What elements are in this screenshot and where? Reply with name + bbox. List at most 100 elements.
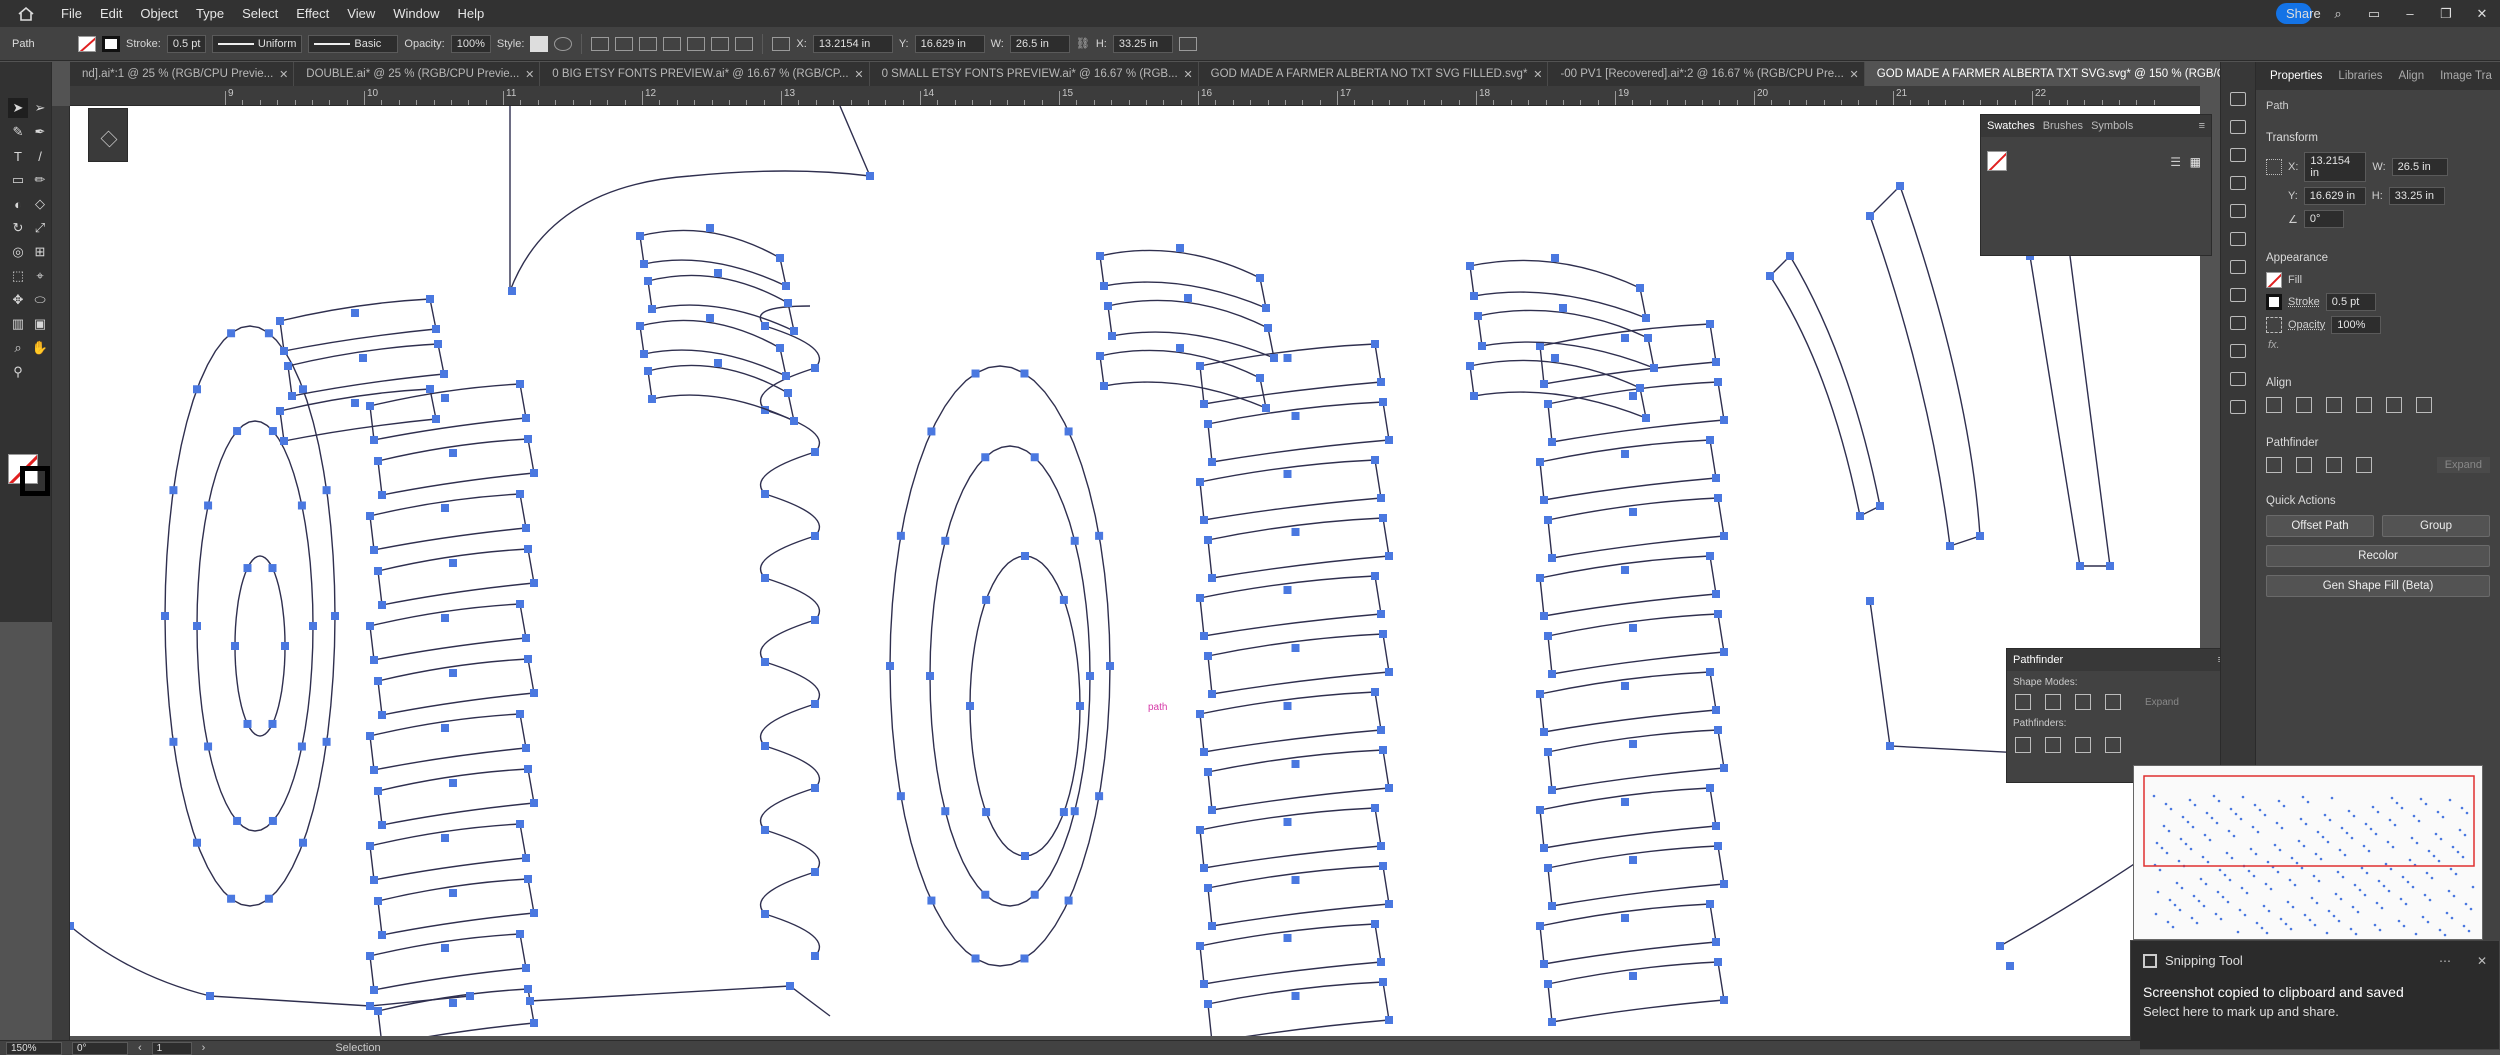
prop-unite-icon[interactable] — [2266, 457, 2282, 473]
close-icon[interactable]: ✕ — [279, 68, 288, 81]
transform-more-icon[interactable] — [1178, 36, 1197, 51]
anchor-point[interactable] — [268, 719, 277, 728]
anchor-point[interactable] — [530, 799, 538, 807]
rotate-view-field[interactable]: 0° — [72, 1041, 128, 1055]
tread-lug-left[interactable] — [369, 713, 527, 771]
tab-doc-6[interactable]: -00 PV1 [Recovered].ai*:2 @ 16.67 % (RGB… — [1548, 62, 1865, 86]
anchor-point[interactable] — [524, 765, 532, 773]
anchor-point[interactable] — [1385, 668, 1393, 676]
prop-h-field[interactable]: 33.25 in — [2388, 187, 2445, 205]
anchor-point[interactable] — [297, 501, 306, 510]
anchor-point[interactable] — [648, 395, 656, 403]
anchor-point[interactable] — [516, 820, 524, 828]
restore-icon[interactable]: ❐ — [2428, 6, 2464, 22]
tread-lug-right[interactable] — [1547, 845, 1725, 907]
tread-lug-left[interactable] — [377, 988, 535, 1036]
anchor-point[interactable] — [1106, 662, 1114, 670]
anchor-point[interactable] — [1642, 314, 1650, 322]
artboard-field[interactable]: 1 — [151, 1041, 192, 1055]
hand-tool-icon[interactable]: ✋ — [30, 338, 50, 358]
brush-dropdown[interactable]: Basic — [308, 34, 399, 53]
anchor-point[interactable] — [1059, 595, 1068, 604]
tread-lug-center[interactable] — [1199, 691, 1382, 753]
anchor-point[interactable] — [298, 385, 307, 394]
anchor-point[interactable] — [522, 964, 530, 972]
anchor-point[interactable] — [441, 614, 449, 622]
shape-builder-icon[interactable]: ⬚ — [8, 266, 28, 286]
anchor-point[interactable] — [227, 894, 236, 903]
anchor-point[interactable] — [1478, 342, 1486, 350]
anchor-point[interactable] — [2106, 562, 2114, 570]
anchor-point[interactable] — [1536, 690, 1544, 698]
anchor-point[interactable] — [1548, 554, 1556, 562]
anchor-point[interactable] — [1706, 552, 1714, 560]
group-button[interactable]: Group — [2382, 515, 2490, 537]
anchor-point[interactable] — [1466, 362, 1474, 370]
anchor-point[interactable] — [1100, 382, 1108, 390]
anchor-point[interactable] — [522, 854, 530, 862]
anchor-point[interactable] — [1536, 574, 1544, 582]
close-icon[interactable]: ✕ — [525, 68, 534, 81]
type-tool-icon[interactable]: T — [8, 146, 28, 166]
anchor-point[interactable] — [811, 532, 819, 540]
anchor-point[interactable] — [706, 314, 714, 322]
anchor-point[interactable] — [1866, 212, 1874, 220]
tread-lug-right[interactable] — [1539, 787, 1717, 849]
stroke-weight-field[interactable]: 0.5 pt — [166, 34, 207, 53]
anchor-point[interactable] — [1204, 420, 1212, 428]
hub-left[interactable] — [234, 555, 286, 737]
anchor-point[interactable] — [1544, 632, 1552, 640]
anchor-point[interactable] — [1377, 494, 1385, 502]
menu-object[interactable]: Object — [131, 6, 187, 21]
anchor-point[interactable] — [1200, 632, 1208, 640]
anchor-point[interactable] — [1548, 670, 1556, 678]
anchor-point[interactable] — [530, 579, 538, 587]
anchor-point[interactable] — [516, 710, 524, 718]
align-vcenter-icon[interactable] — [687, 36, 706, 51]
anchor-point[interactable] — [886, 662, 894, 670]
navigator-thumbnail[interactable] — [2133, 765, 2483, 940]
anchor-point[interactable] — [366, 732, 374, 740]
eraser-tool-icon[interactable]: ◇ — [30, 194, 50, 214]
anchor-point[interactable] — [1544, 748, 1552, 756]
anchor-point[interactable] — [524, 655, 532, 663]
transparency-icon[interactable] — [2230, 344, 2246, 358]
anchor-point[interactable] — [516, 930, 524, 938]
anchor-point[interactable] — [204, 501, 213, 510]
anchor-point[interactable] — [1856, 512, 1864, 520]
graphic-styles-icon[interactable] — [2230, 400, 2246, 414]
anchor-point[interactable] — [297, 742, 306, 751]
anchor-point[interactable] — [1714, 610, 1722, 618]
anchor-point[interactable] — [1629, 392, 1637, 400]
anchor-point[interactable] — [1540, 380, 1548, 388]
tread-lug-right[interactable] — [1547, 613, 1725, 675]
anchor-point[interactable] — [374, 567, 382, 575]
anchor-point[interactable] — [522, 524, 530, 532]
anchor-point[interactable] — [284, 362, 292, 370]
anchor-point[interactable] — [811, 784, 819, 792]
anchor-point[interactable] — [449, 999, 457, 1007]
anchor-point[interactable] — [1095, 792, 1104, 801]
anchor-point[interactable] — [526, 997, 534, 1005]
anchor-point[interactable] — [264, 329, 273, 338]
anchor-point[interactable] — [1076, 702, 1084, 710]
scale-tool-icon[interactable]: ⤢ — [30, 218, 50, 238]
anchor-point[interactable] — [1021, 552, 1029, 560]
anchor-point[interactable] — [1720, 880, 1728, 888]
anchor-point[interactable] — [530, 1019, 538, 1027]
perspective-icon[interactable]: ⌖ — [30, 266, 50, 286]
anchor-point[interactable] — [761, 490, 769, 498]
anchor-point[interactable] — [1377, 610, 1385, 618]
anchor-point[interactable] — [1020, 954, 1029, 963]
opacity-field[interactable]: 100% — [450, 34, 491, 53]
distribute-icon[interactable] — [735, 36, 754, 51]
align-hcenter-icon[interactable] — [615, 36, 634, 51]
anchor-point[interactable] — [981, 453, 990, 462]
anchor-point[interactable] — [1377, 378, 1385, 386]
stroke-prop-field[interactable]: 0.5 pt — [2325, 293, 2376, 311]
divide-icon[interactable] — [2015, 737, 2031, 753]
anchor-point[interactable] — [351, 309, 359, 317]
anchor-point[interactable] — [1786, 252, 1794, 260]
anchor-point[interactable] — [1291, 992, 1300, 1000]
anchor-point[interactable] — [331, 612, 339, 620]
